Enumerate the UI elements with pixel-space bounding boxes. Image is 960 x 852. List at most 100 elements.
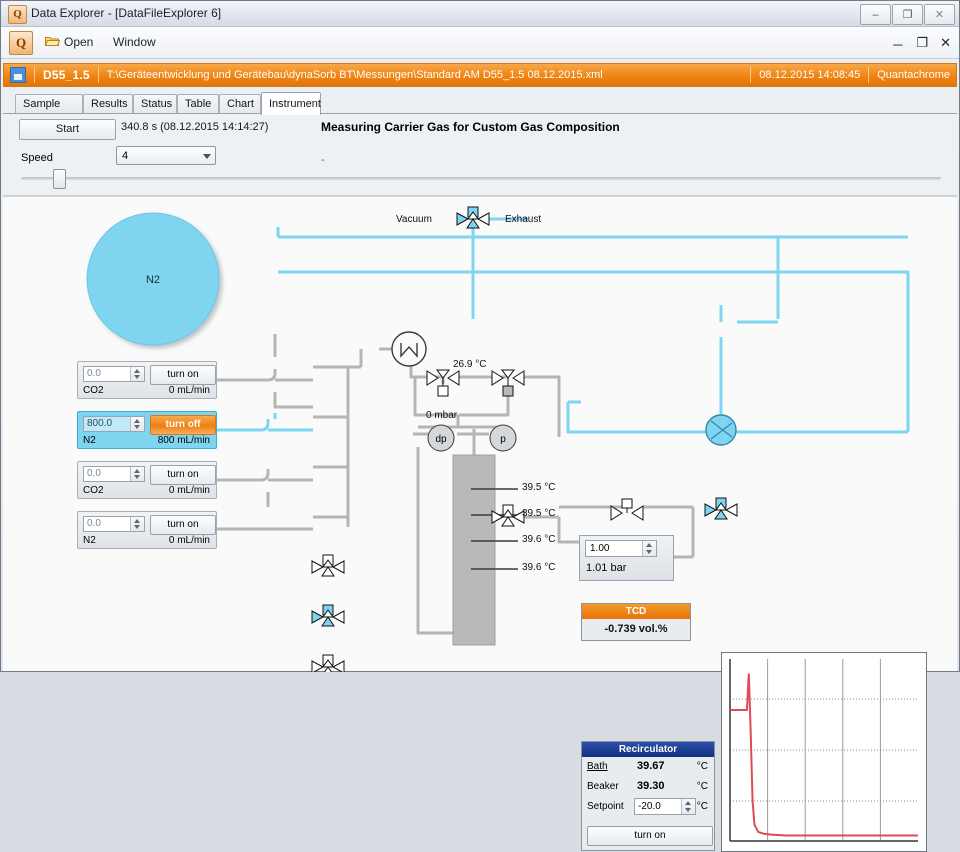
gas-channel-4[interactable]: 0.0 turn on N2 0 mL/min bbox=[77, 511, 217, 549]
valve-pump-outlet bbox=[427, 370, 459, 396]
pressure-reading: 1.01 bar bbox=[586, 562, 626, 574]
window-titlebar: Q Data Explorer - [DataFileExplorer 6] –… bbox=[1, 1, 959, 27]
recirculator-row-bath: Bath 39.67 °C bbox=[582, 757, 714, 777]
spinner-buttons[interactable] bbox=[642, 541, 656, 556]
menu-bar: Q Open Window － ❐ ✕ bbox=[1, 27, 959, 59]
valve-channel-3 bbox=[312, 655, 344, 672]
dp-readout: 0 mbar bbox=[426, 410, 457, 421]
menu-window[interactable]: Window bbox=[113, 35, 156, 49]
gas-toggle-button-1[interactable]: turn on bbox=[150, 365, 216, 385]
spinner-up-icon[interactable] bbox=[134, 469, 140, 473]
spinner-up-icon[interactable] bbox=[134, 419, 140, 423]
bath-unit: °C bbox=[697, 761, 708, 772]
tab-table[interactable]: Table bbox=[177, 94, 219, 114]
save-icon[interactable] bbox=[10, 67, 26, 83]
vacuum-label: Vacuum bbox=[396, 214, 432, 225]
spinner-down-icon[interactable] bbox=[685, 808, 691, 812]
recirculator-row-setpoint: Setpoint -20.0 °C bbox=[582, 797, 714, 819]
gas-toggle-button-2[interactable]: turn off bbox=[150, 415, 216, 435]
tab-instrument[interactable]: Instrument bbox=[261, 92, 321, 115]
inner-restore-button[interactable]: ❐ bbox=[916, 35, 928, 54]
speed-select[interactable]: 4 bbox=[116, 146, 216, 165]
gas-name-2: N2 bbox=[83, 435, 96, 446]
spinner-down-icon[interactable] bbox=[134, 475, 140, 479]
svg-text:p: p bbox=[500, 434, 506, 445]
status-secondary: - bbox=[321, 154, 325, 166]
recirculator-title: Recirculator bbox=[582, 742, 714, 757]
spinner-up-icon[interactable] bbox=[134, 519, 140, 523]
setpoint-label: Setpoint bbox=[587, 801, 624, 812]
timeline-slider-track[interactable] bbox=[21, 177, 941, 180]
timeline-slider-thumb[interactable] bbox=[53, 169, 66, 189]
gas-toggle-button-4[interactable]: turn on bbox=[150, 515, 216, 535]
setpoint-value: -20.0 bbox=[638, 801, 661, 812]
instrument-control-panel: Start 340.8 s (08.12.2015 14:14:27) Meas… bbox=[3, 114, 957, 196]
tube-temp-3: 39.6 °C bbox=[522, 534, 555, 545]
menu-open[interactable]: Open bbox=[64, 35, 93, 49]
restore-button[interactable]: ❐ bbox=[892, 4, 923, 25]
speed-label: Speed bbox=[21, 152, 53, 164]
pressure-setpoint-input[interactable]: 1.00 bbox=[585, 540, 657, 557]
divider bbox=[34, 67, 35, 83]
divider bbox=[750, 67, 751, 83]
gas-setpoint-value-4: 0.0 bbox=[87, 518, 101, 529]
gas-flow-4: 0 mL/min bbox=[169, 535, 210, 546]
window-controls: – ❐ ✕ bbox=[860, 4, 955, 25]
tab-sample-info[interactable]: Sample Info bbox=[15, 94, 83, 114]
gas-channel-2[interactable]: 800.0 turn off N2 800 mL/min bbox=[77, 411, 217, 449]
inner-minimize-button[interactable]: － bbox=[891, 35, 904, 54]
gas-setpoint-input-1[interactable]: 0.0 bbox=[83, 366, 145, 382]
spinner-buttons[interactable] bbox=[130, 367, 144, 381]
tab-chart[interactable]: Chart bbox=[219, 94, 261, 114]
valve-right-inner bbox=[611, 499, 643, 520]
p-gauge: p bbox=[490, 425, 516, 451]
gas-name-4: N2 bbox=[83, 535, 96, 546]
pressure-panel[interactable]: 1.00 1.01 bar bbox=[579, 535, 674, 581]
tcd-title: TCD bbox=[582, 604, 690, 619]
recirculator-toggle-button[interactable]: turn on bbox=[587, 826, 713, 846]
spinner-up-icon[interactable] bbox=[646, 543, 652, 547]
file-datetime: 08.12.2015 14:08:45 bbox=[759, 69, 860, 81]
gas-channel-1[interactable]: 0.0 turn on CO2 0 mL/min bbox=[77, 361, 217, 399]
spinner-buttons[interactable] bbox=[130, 467, 144, 481]
file-info-bar: D55_1.5 T:\Geräteentwicklung und Geräteb… bbox=[3, 63, 957, 87]
gas-setpoint-input-2[interactable]: 800.0 bbox=[83, 416, 145, 432]
vendor-name: Quantachrome bbox=[877, 69, 956, 81]
gas-flow-3: 0 mL/min bbox=[169, 485, 210, 496]
spinner-down-icon[interactable] bbox=[646, 550, 652, 554]
gas-setpoint-input-3[interactable]: 0.0 bbox=[83, 466, 145, 482]
minimize-button[interactable]: – bbox=[860, 4, 891, 25]
spinner-down-icon[interactable] bbox=[134, 375, 140, 379]
spinner-buttons[interactable] bbox=[681, 799, 695, 814]
recirculator-row-beaker: Beaker 39.30 °C bbox=[582, 777, 714, 797]
gas-cylinder-label: N2 bbox=[146, 274, 160, 286]
run-time-readout: 340.8 s (08.12.2015 14:14:27) bbox=[121, 121, 268, 133]
chevron-down-icon bbox=[203, 154, 211, 159]
spinner-up-icon[interactable] bbox=[685, 801, 691, 805]
exhaust-label: Exhaust bbox=[505, 214, 541, 225]
gas-flow-2: 800 mL/min bbox=[158, 435, 210, 446]
setpoint-input[interactable]: -20.0 bbox=[634, 798, 696, 815]
chart-canvas bbox=[722, 653, 926, 851]
inner-window-controls: － ❐ ✕ bbox=[891, 35, 951, 54]
valve-vacuum-exhaust bbox=[457, 207, 489, 228]
gas-setpoint-input-4[interactable]: 0.0 bbox=[83, 516, 145, 532]
gas-channel-3[interactable]: 0.0 turn on CO2 0 mL/min bbox=[77, 461, 217, 499]
tab-status[interactable]: Status bbox=[133, 94, 177, 114]
start-button[interactable]: Start bbox=[19, 119, 116, 140]
inner-close-button[interactable]: ✕ bbox=[940, 35, 951, 54]
gas-flow-1: 0 mL/min bbox=[169, 385, 210, 396]
spinner-buttons[interactable] bbox=[130, 417, 144, 431]
gas-toggle-button-3[interactable]: turn on bbox=[150, 465, 216, 485]
tab-results[interactable]: Results bbox=[83, 94, 133, 114]
window-title: Data Explorer - [DataFileExplorer 6] bbox=[31, 6, 221, 20]
dp-gauge: dp bbox=[428, 425, 454, 451]
live-chart[interactable] bbox=[721, 652, 927, 852]
status-headline: Measuring Carrier Gas for Custom Gas Com… bbox=[321, 120, 620, 134]
close-button[interactable]: ✕ bbox=[924, 4, 955, 25]
inline-temperature: 26.9 °C bbox=[453, 359, 486, 370]
spinner-down-icon[interactable] bbox=[134, 525, 140, 529]
spinner-up-icon[interactable] bbox=[134, 369, 140, 373]
spinner-down-icon[interactable] bbox=[134, 425, 140, 429]
spinner-buttons[interactable] bbox=[130, 517, 144, 531]
